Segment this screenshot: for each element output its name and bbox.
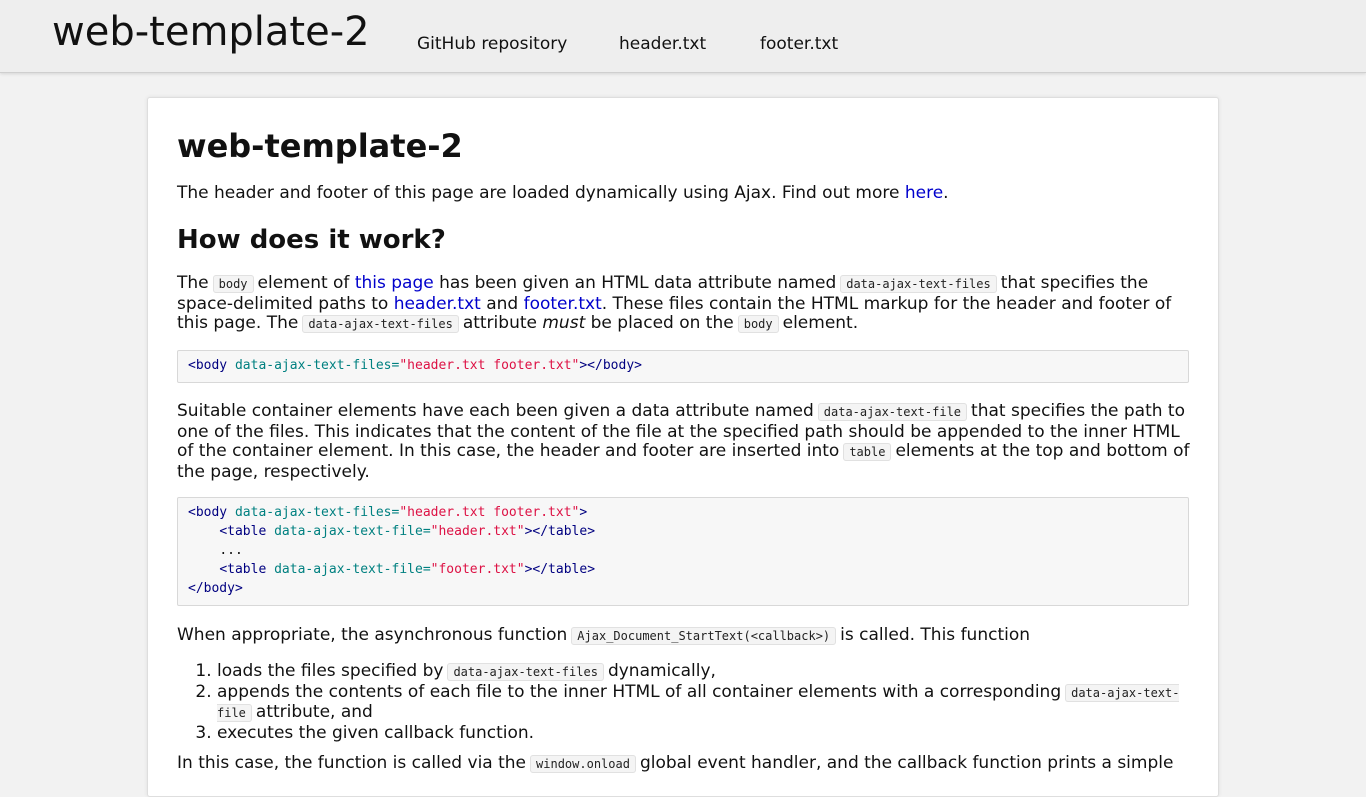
list-item: loads the files specified bydata-ajax-te… bbox=[217, 661, 1190, 683]
para1-text: has been given an HTML data attribute na… bbox=[439, 273, 837, 293]
para3-text: When appropriate, the asynchronous funct… bbox=[177, 625, 568, 645]
code-tag: ></body> bbox=[579, 358, 642, 373]
inline-code: body bbox=[212, 275, 254, 293]
intro-paragraph: The header and footer of this page are l… bbox=[177, 183, 1190, 204]
para1-text: element of bbox=[257, 273, 350, 293]
code-tag: ></table> bbox=[524, 562, 596, 577]
inline-code: table bbox=[843, 443, 892, 461]
paragraph-2: Suitable container elements have each be… bbox=[177, 401, 1190, 482]
code-eq: = bbox=[422, 562, 431, 577]
code-string: "header.txt" bbox=[430, 524, 525, 539]
main-content-card: web-template-2 The header and footer of … bbox=[147, 97, 1219, 797]
code-tag: <body bbox=[188, 358, 228, 373]
inline-code: data-ajax-text-files bbox=[840, 275, 997, 293]
code-tag: <table bbox=[219, 524, 267, 539]
list-item: appends the contents of each file to the… bbox=[217, 681, 1190, 724]
intro-end: . bbox=[943, 183, 949, 203]
code-string: "header.txt footer.txt" bbox=[399, 505, 580, 520]
code-attr: data-ajax-text-file bbox=[274, 524, 423, 539]
list-item-text: loads the files specified by bbox=[217, 661, 444, 681]
list-item-text: attribute, and bbox=[255, 702, 373, 722]
inline-code: window.onload bbox=[530, 755, 636, 773]
code-attr: data-ajax-text-files bbox=[234, 358, 392, 373]
nav-footer-txt[interactable]: footer.txt bbox=[760, 33, 838, 55]
code-ellipsis: ... bbox=[219, 543, 243, 558]
para1-text: be placed on the bbox=[590, 313, 734, 333]
site-title: web-template-2 bbox=[52, 9, 370, 55]
code-tag: ></table> bbox=[524, 524, 596, 539]
code-tag: <table bbox=[219, 562, 267, 577]
code-eq: = bbox=[422, 524, 431, 539]
paragraph-3: When appropriate, the asynchronous funct… bbox=[177, 625, 1190, 647]
code-tag: </body> bbox=[188, 581, 243, 596]
code-string: "header.txt footer.txt" bbox=[399, 358, 580, 373]
list-item-text: dynamically, bbox=[607, 661, 716, 681]
para1-text: element. bbox=[782, 313, 859, 333]
code-tag: <body bbox=[188, 505, 228, 520]
intro-text: The header and footer of this page are l… bbox=[177, 183, 905, 203]
inline-code: body bbox=[737, 315, 779, 333]
emphasis-text: must bbox=[542, 313, 586, 333]
section-title: How does it work? bbox=[177, 225, 446, 255]
nav-header-txt[interactable]: header.txt bbox=[619, 33, 706, 55]
para1-text: attribute bbox=[462, 313, 537, 333]
code-block-2: <body data-ajax-text-files = "header.txt f… bbox=[177, 497, 1189, 606]
para1-text: The bbox=[177, 273, 209, 293]
list-item: executes the given callback function. bbox=[217, 723, 1190, 744]
code-attr: data-ajax-text-files bbox=[234, 505, 392, 520]
inline-code: Ajax_Document_StartText(<callback>) bbox=[571, 627, 837, 645]
inline-code: data-ajax-text-files bbox=[447, 663, 604, 681]
paragraph-1: The body element of this page has been giv… bbox=[177, 273, 1190, 335]
nav-github-repository[interactable]: GitHub repository bbox=[417, 33, 567, 55]
code-string: "footer.txt" bbox=[430, 562, 525, 577]
para4-text: In this case, the function is called via… bbox=[177, 753, 527, 773]
list-item-text: appends the contents of each file to the… bbox=[217, 681, 1062, 702]
page-title: web-template-2 bbox=[177, 127, 463, 165]
header-txt-link[interactable]: header.txt bbox=[394, 294, 481, 314]
paragraph-4: In this case, the function is called via… bbox=[177, 753, 1190, 775]
para2-text: Suitable container elements have each be… bbox=[177, 401, 814, 421]
this-page-link[interactable]: this page bbox=[355, 273, 434, 293]
para1-text: and bbox=[486, 293, 519, 314]
para3-text: is called. This function bbox=[840, 625, 1031, 645]
inline-code: data-ajax-text-files bbox=[302, 315, 459, 333]
code-tag: > bbox=[579, 505, 588, 520]
code-attr: data-ajax-text-file bbox=[274, 562, 423, 577]
steps-list: loads the files specified bydata-ajax-te… bbox=[177, 661, 1190, 744]
inline-code: data-ajax-text-file bbox=[817, 403, 968, 421]
site-header: web-template-2 GitHub repository header.… bbox=[0, 0, 1366, 73]
para4-text: global event handler, and the callback f… bbox=[639, 753, 1174, 773]
here-link[interactable]: here bbox=[905, 183, 943, 203]
footer-txt-link[interactable]: footer.txt bbox=[524, 294, 602, 314]
code-block-1: <body data-ajax-text-files="header.txt f… bbox=[177, 350, 1189, 383]
